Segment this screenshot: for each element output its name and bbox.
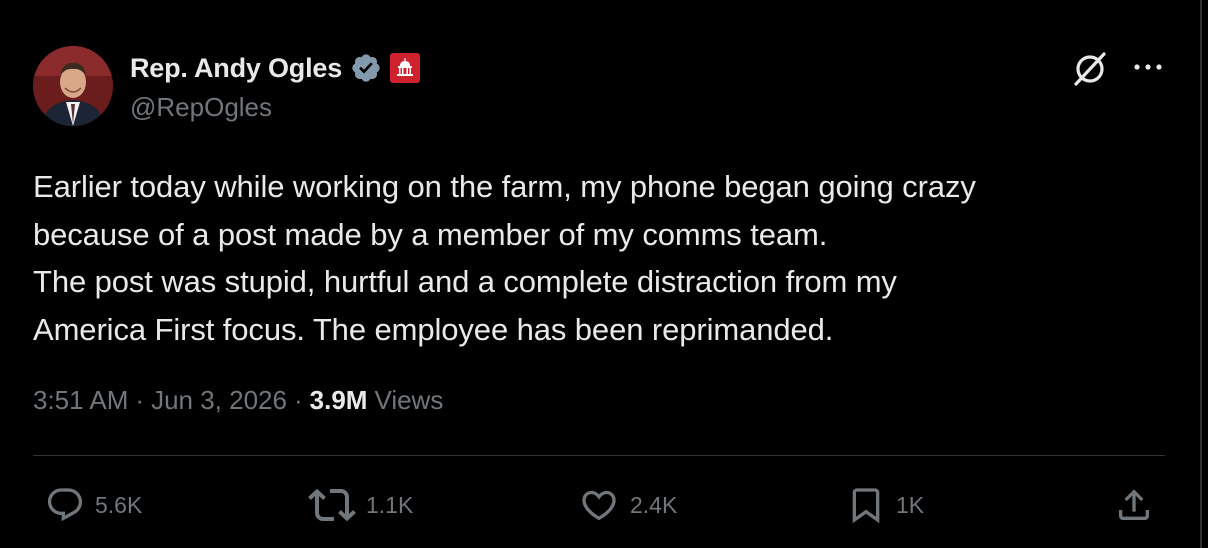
reply-button[interactable]: 5.6K: [45, 480, 142, 530]
tweet-meta: 3:51 AM · Jun 3, 2026 · 3.9M Views: [33, 385, 443, 416]
reply-icon: [45, 485, 85, 525]
avatar[interactable]: [33, 46, 113, 126]
author-name[interactable]: Rep. Andy Ogles: [130, 53, 342, 84]
share-button[interactable]: [1114, 480, 1154, 530]
tweet-line: America First focus. The employee has be…: [33, 311, 834, 347]
tweet-time[interactable]: 3:51 AM: [33, 385, 128, 416]
repost-button[interactable]: 1.1K: [308, 480, 413, 530]
author-handle[interactable]: @RepOgles: [130, 92, 272, 123]
bookmark-count: 1K: [896, 491, 925, 518]
action-bar: 5.6K 1.1K 2.4K 1K: [0, 480, 1208, 530]
divider: [33, 455, 1165, 456]
tweet-date[interactable]: Jun 3, 2026: [151, 385, 287, 416]
views-count: 3.9M: [309, 385, 368, 415]
repost-count: 1.1K: [366, 491, 414, 518]
verified-badge-icon[interactable]: [350, 52, 382, 84]
bookmark-icon: [846, 483, 886, 527]
timeline-border: [1200, 0, 1202, 548]
repost-icon: [308, 485, 356, 525]
author-row: Rep. Andy Ogles: [130, 50, 421, 86]
views-label: Views: [374, 385, 444, 415]
meta-separator: ·: [293, 385, 303, 415]
grok-icon[interactable]: [1070, 48, 1110, 88]
tweet-text: Earlier today while working on the farm,…: [33, 163, 1153, 353]
heart-icon: [578, 485, 620, 525]
more-options-icon[interactable]: [1128, 50, 1168, 84]
meta-separator: ·: [135, 385, 145, 415]
tweet-line: because of a post made by a member of my…: [33, 216, 828, 252]
reply-count: 5.6K: [95, 491, 143, 518]
share-icon: [1114, 484, 1154, 526]
bookmark-button[interactable]: 1K: [846, 480, 924, 530]
like-count: 2.4K: [630, 491, 678, 518]
like-button[interactable]: 2.4K: [578, 480, 677, 530]
tweet-line: Earlier today while working on the farm,…: [33, 169, 976, 204]
congress-affiliation-icon[interactable]: [390, 53, 421, 83]
tweet-line: The post was stupid, hurtful and a compl…: [33, 264, 897, 299]
